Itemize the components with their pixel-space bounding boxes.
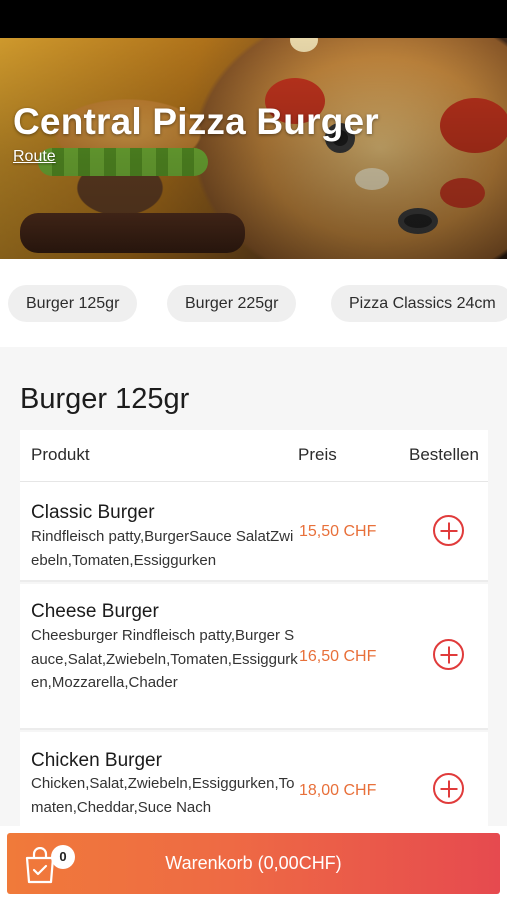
product-table: Produkt Preis Bestellen Classic Burger R… xyxy=(20,430,488,854)
product-price: 15,50 CHF xyxy=(299,523,377,540)
product-name: Chicken Burger xyxy=(31,750,162,771)
category-tab[interactable]: Pizza Classics 24cm xyxy=(331,285,507,322)
column-header-order: Bestellen xyxy=(409,445,479,464)
column-header-product: Produkt xyxy=(31,445,90,464)
table-row: Cheese Burger Cheesburger Rindfleisch pa… xyxy=(20,584,488,730)
plus-circle-icon[interactable] xyxy=(433,639,464,670)
restaurant-name: Central Pizza Burger xyxy=(13,101,379,142)
category-tab[interactable]: Burger 225gr xyxy=(167,285,297,322)
product-name: Cheese Burger xyxy=(31,601,159,622)
column-header-price: Preis xyxy=(298,445,337,464)
plus-circle-icon[interactable] xyxy=(433,515,464,546)
plus-circle-icon[interactable] xyxy=(433,773,464,804)
table-row: Classic Burger Rindfleisch patty,BurgerS… xyxy=(20,482,488,582)
section-title: Burger 125gr xyxy=(20,383,190,415)
product-description: Rindfleisch patty,BurgerSauce SalatZwieb… xyxy=(31,528,294,569)
hero-banner xyxy=(0,38,507,259)
bottom-bar: 0 Warenkorb (0,00CHF) xyxy=(0,826,507,900)
table-header: Produkt Preis Bestellen xyxy=(20,430,488,482)
product-name: Classic Burger xyxy=(31,502,155,523)
route-link[interactable]: Route xyxy=(13,148,56,166)
status-bar xyxy=(0,0,507,38)
cart-button[interactable]: 0 Warenkorb (0,00CHF) xyxy=(7,833,500,894)
product-description: Cheesburger Rindfleisch patty,Burger Sau… xyxy=(31,627,298,691)
product-description: Chicken,Salat,Zwiebeln,Essiggurken,Tomat… xyxy=(31,775,295,816)
category-tab[interactable]: Burger 125gr xyxy=(8,285,138,322)
category-tabs: Burger 125gr Burger 225gr Pizza Classics… xyxy=(0,259,507,347)
cart-label: Warenkorb (0,00CHF) xyxy=(165,853,342,873)
product-price: 18,00 CHF xyxy=(299,782,377,799)
hero-overlay xyxy=(0,38,507,259)
product-price: 16,50 CHF xyxy=(299,648,377,665)
